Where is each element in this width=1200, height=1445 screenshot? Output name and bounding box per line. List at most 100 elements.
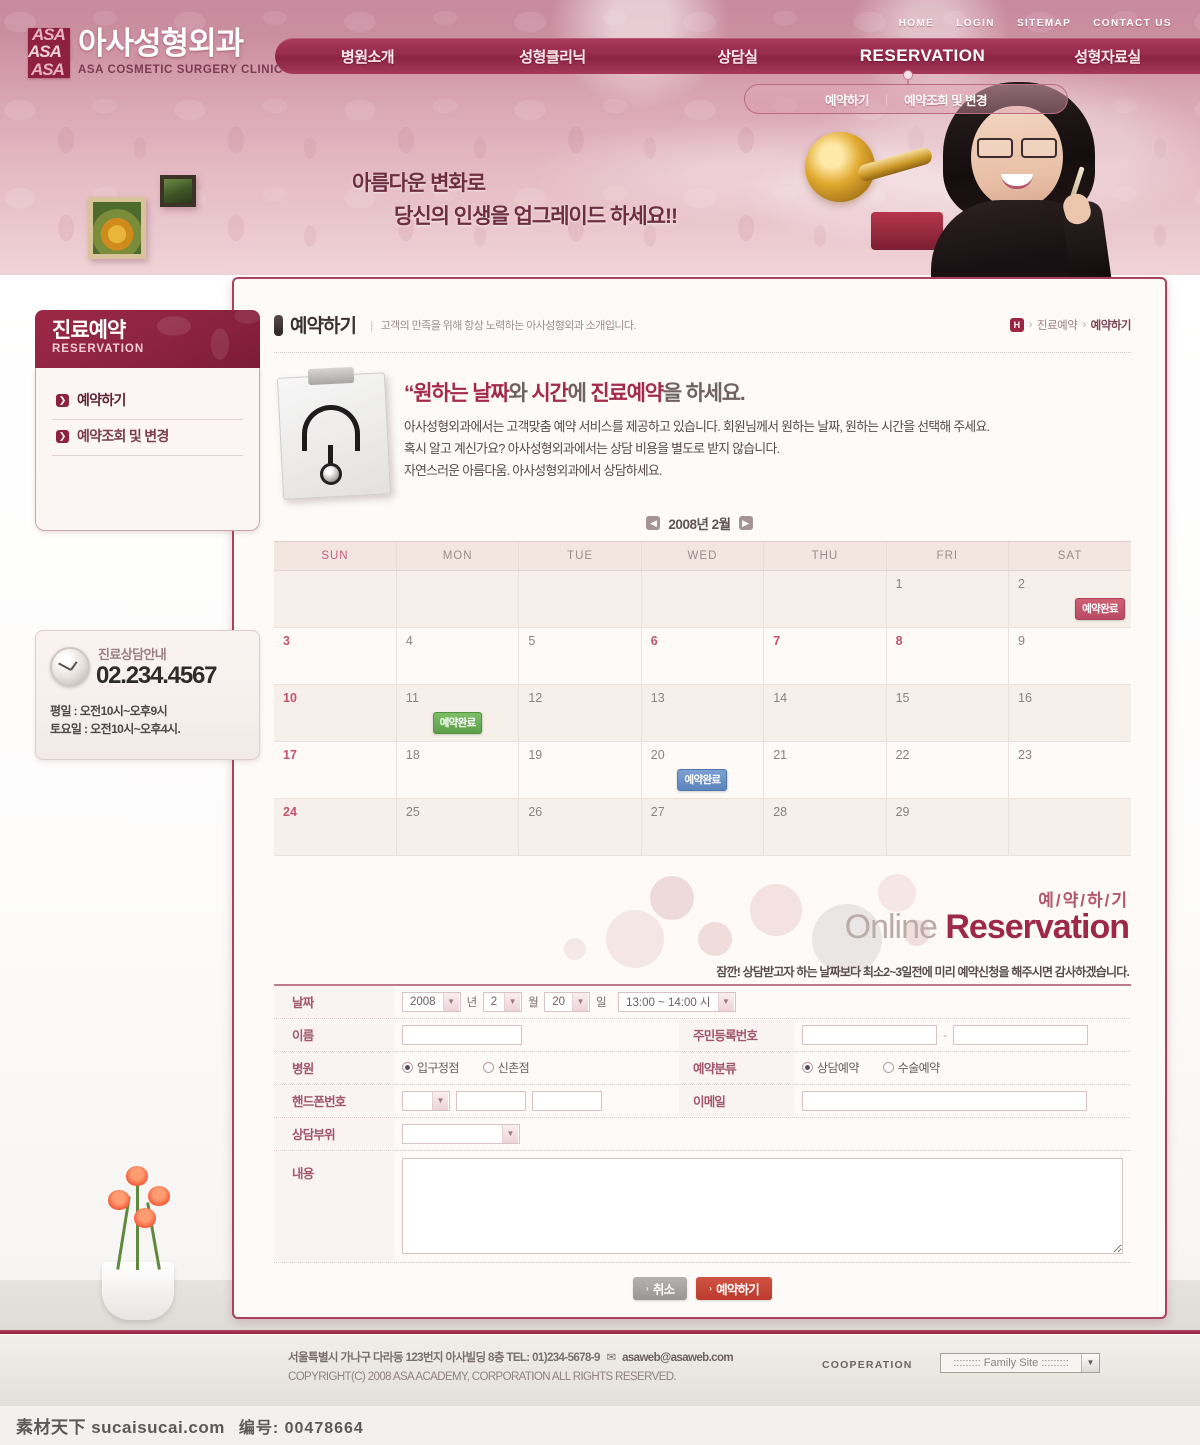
calendar-day-cell[interactable]: 29	[886, 798, 1010, 856]
calendar-day-cell[interactable]: 23	[1008, 741, 1131, 799]
utilnav-login[interactable]: LOGIN	[956, 18, 995, 29]
calendar-day-cell[interactable]: 13	[641, 684, 765, 742]
page-header: 예약하기 고객의 만족을 위해 항상 노력하는 아사성형외과 소개입니다. H …	[234, 279, 1165, 338]
calendar-day-number: 1	[895, 576, 903, 591]
reservation-calendar[interactable]: SUN MON TUE WED THU FRI SAT 1 2 예약완료 3 4 5 6 7 8…	[274, 541, 1131, 856]
ssn-second-input[interactable]	[953, 1024, 1088, 1045]
email-input[interactable]	[802, 1090, 1087, 1111]
calendar-day-cell[interactable]: 14	[763, 684, 887, 742]
breadcrumb[interactable]: H › 진료예약 › 예약하기	[1009, 317, 1132, 333]
reservation-complete-badge[interactable]: 예약완료	[432, 711, 483, 734]
calendar-day-number: 13	[650, 690, 665, 705]
nav-item-clinic[interactable]: 성형클리닉	[460, 46, 645, 67]
mobile-prefix-select[interactable]: ▼	[402, 1090, 450, 1111]
date-time-select[interactable]: 13:00 ~ 14:00 시 ▼	[618, 991, 736, 1012]
utilnav-sitemap[interactable]: SITEMAP	[1017, 18, 1071, 29]
calendar-day-cell[interactable]: 16	[1008, 684, 1131, 742]
chevron-right-icon: ›	[646, 1283, 649, 1293]
site-logo[interactable]: ASA ASA ASA 아사성형외과 ASA COSMETIC SURGERY …	[28, 27, 283, 78]
reservation-complete-badge[interactable]: 예약완료	[1075, 597, 1125, 620]
utilnav-contact-us[interactable]: CONTACT US	[1093, 18, 1172, 29]
calendar-day-number: 25	[405, 804, 420, 819]
calendar-day-cell[interactable]: 9	[1008, 627, 1131, 685]
calendar-day-cell[interactable]: 6	[641, 627, 765, 685]
calendar-day-cell[interactable]: 19	[518, 741, 642, 799]
ssn-first-input[interactable]	[802, 1024, 937, 1045]
calendar-day-cell[interactable]: 15	[886, 684, 1010, 742]
calendar-day-cell[interactable]: 18	[396, 741, 520, 799]
consult-area-select[interactable]: ▼	[402, 1123, 520, 1144]
cancel-button[interactable]: › 취소	[633, 1276, 688, 1300]
calendar-day-cell[interactable]: 24	[274, 798, 397, 856]
calendar-day-cell[interactable]: 7	[763, 627, 887, 685]
category-option-consult[interactable]: 상담예약	[802, 1059, 859, 1076]
calendar-day-cell[interactable]: 21	[763, 741, 887, 799]
calendar-day-cell[interactable]: 20 예약완료	[641, 741, 765, 799]
radio-icon	[482, 1062, 494, 1073]
nav-item-archive[interactable]: 성형자료실	[1015, 46, 1200, 67]
nav-item-reservation[interactable]: RESERVATION	[830, 46, 1015, 66]
family-site-select[interactable]: ::::::::: Family Site ::::::::: ▼	[940, 1353, 1100, 1373]
calendar-day-cell[interactable]: 4	[396, 627, 520, 685]
calendar-week-row: 3 4 5 6 7 8 9	[274, 627, 1131, 685]
calendar-empty-cell	[763, 570, 887, 628]
breadcrumb-level1[interactable]: 진료예약	[1037, 317, 1078, 333]
name-input[interactable]	[402, 1024, 522, 1045]
calendar-day-cell[interactable]: 25	[396, 798, 520, 856]
date-year-select[interactable]: 2008 ▼	[402, 991, 461, 1012]
reservation-complete-badge[interactable]: 예약완료	[677, 768, 728, 791]
calendar-empty-cell	[396, 570, 520, 628]
utility-nav[interactable]: HOME LOGIN SITEMAP CONTACT US	[899, 18, 1172, 29]
date-month-select[interactable]: 2 ▼	[482, 991, 523, 1012]
calendar-day-cell[interactable]: 26	[518, 798, 642, 856]
cooperation-label: COOPERATION	[822, 1359, 913, 1371]
calendar-day-cell[interactable]: 1	[886, 570, 1010, 628]
submit-reservation-button[interactable]: › 예약하기	[696, 1276, 772, 1300]
calendar-day-cell[interactable]: 27	[641, 798, 765, 856]
home-icon[interactable]: H	[1009, 318, 1024, 332]
form-label-ssn: 주민등록번호	[679, 1018, 794, 1051]
main-navigation[interactable]: 병원소개 성형클리닉 상담실 RESERVATION 성형자료실	[275, 38, 1200, 74]
nav-item-consult-room[interactable]: 상담실	[645, 46, 830, 67]
hospital-option-apgujeong[interactable]: 입구정점	[402, 1059, 459, 1076]
footer-address: 서울특별시 가나구 다라동 123번지 아사빌딩 8층 TEL: 01)234-…	[288, 1352, 600, 1364]
content-textarea[interactable]	[402, 1158, 1123, 1254]
page-title: 예약하기	[290, 316, 357, 337]
calendar-day-cell[interactable]: 3	[274, 627, 397, 685]
calendar-day-cell[interactable]: 22	[886, 741, 1010, 799]
wall-art-landscape	[160, 175, 196, 207]
breadcrumb-current: 예약하기	[1090, 320, 1132, 332]
calendar-day-cell[interactable]: 10	[274, 684, 397, 742]
sub-navigation[interactable]: 예약하기 | 예약조회 및 변경	[744, 84, 1068, 114]
calendar-day-number: 26	[528, 804, 543, 819]
mobile-last-input[interactable]	[532, 1090, 602, 1111]
category-option-surgery[interactable]: 수술예약	[882, 1059, 940, 1076]
calendar-day-cell[interactable]: 12	[518, 684, 642, 742]
calendar-day-cell[interactable]: 2 예약완료	[1008, 570, 1131, 628]
intro-title-part6: 을 하세요.	[662, 382, 746, 405]
calendar-empty-cell	[641, 570, 765, 628]
date-day-select[interactable]: 20 ▼	[544, 991, 590, 1012]
calendar-day-cell[interactable]: 17	[274, 741, 397, 799]
calendar-day-cell[interactable]: 8	[886, 627, 1010, 685]
calendar-prev-month-icon[interactable]: ◀	[646, 516, 661, 530]
hospital-option-sinchon[interactable]: 신촌점	[482, 1059, 530, 1076]
utilnav-home[interactable]: HOME	[899, 18, 935, 29]
footer-email[interactable]: asaweb@asaweb.com	[622, 1352, 734, 1364]
calendar-next-month-icon[interactable]: ▶	[738, 516, 753, 530]
intro-paragraph-2: 혹시 알고 계신가요? 아사성형외과에서는 상담 비용을 별도로 받지 않습니다…	[404, 441, 780, 456]
calendar-day-cell[interactable]: 28	[763, 798, 887, 856]
subnav-item-make-reservation[interactable]: 예약하기	[825, 90, 870, 109]
calendar-day-cell[interactable]: 11 예약완료	[396, 684, 520, 742]
calendar-navigation[interactable]: ◀ 2008년 2월 ▶	[234, 513, 1165, 533]
calendar-day-cell[interactable]: 5	[518, 627, 642, 685]
sidebar-item-make-reservation[interactable]: ❯ 예약하기	[52, 384, 243, 420]
submit-button-label: 예약하기	[716, 1282, 760, 1297]
subnav-item-view-change-reservation[interactable]: 예약조회 및 변경	[904, 90, 987, 109]
sidebar-item-view-change[interactable]: ❯ 예약조회 및 변경	[52, 420, 243, 456]
breadcrumb-separator: ›	[1082, 319, 1086, 331]
intro-title-part1: “원하는 날짜	[404, 382, 510, 405]
nav-item-hospital-intro[interactable]: 병원소개	[275, 46, 460, 67]
mobile-middle-input[interactable]	[456, 1090, 526, 1111]
hospital-option-label: 신촌점	[497, 1061, 530, 1075]
